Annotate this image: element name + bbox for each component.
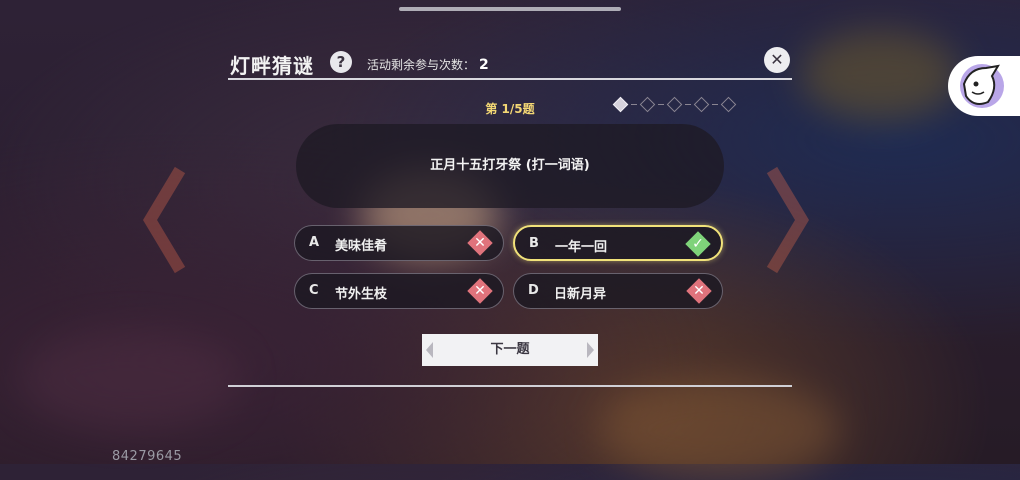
question-number: 第 1/5题 xyxy=(485,102,535,116)
divider xyxy=(228,385,792,387)
wrong-mark-icon: ✕ xyxy=(467,278,493,304)
option-text: 日新月异 xyxy=(554,287,607,302)
progress-step-icon xyxy=(720,96,737,113)
option-text: 节外生枝 xyxy=(335,287,388,302)
progress-divider xyxy=(658,104,664,105)
progress-step-icon xyxy=(666,96,683,113)
progress-step-icon xyxy=(612,96,629,113)
next-question-label: 下一题 xyxy=(490,342,530,357)
wrong-mark-icon: ✕ xyxy=(686,278,712,304)
option-a-button[interactable]: A 美味佳肴 ✕ xyxy=(294,225,504,261)
progress-indicator xyxy=(610,96,739,113)
option-b-button[interactable]: B 一年一回 ✓ xyxy=(513,225,723,261)
avatar-icon xyxy=(960,64,1004,108)
user-id: 84279645 xyxy=(112,449,183,464)
next-arrow-icon[interactable] xyxy=(762,160,812,280)
close-icon[interactable]: ✕ xyxy=(764,47,790,73)
option-text: 一年一回 xyxy=(555,240,608,255)
page-title: 灯畔猜谜 xyxy=(230,54,314,78)
drag-handle[interactable] xyxy=(399,7,621,11)
progress-divider xyxy=(685,104,691,105)
option-text: 美味佳肴 xyxy=(335,239,388,254)
background-blur xyxy=(20,330,240,430)
chevron-right-icon xyxy=(587,342,594,358)
progress-divider xyxy=(712,104,718,105)
assistant-avatar-icon[interactable] xyxy=(948,56,1020,116)
background-blur xyxy=(600,380,840,480)
option-letter: D xyxy=(528,283,539,298)
chevron-left-icon xyxy=(426,342,433,358)
progress-step-icon xyxy=(693,96,710,113)
option-letter: B xyxy=(529,236,539,251)
option-c-button[interactable]: C 节外生枝 ✕ xyxy=(294,273,504,309)
progress-step-icon xyxy=(639,96,656,113)
wrong-mark-icon: ✕ xyxy=(467,230,493,256)
attempts-label: 活动剩余参与次数： xyxy=(367,58,476,72)
progress-divider xyxy=(631,104,637,105)
question-text: 正月十五打牙祭 (打一词语) xyxy=(296,124,724,208)
help-icon[interactable]: ? xyxy=(330,51,352,73)
correct-mark-icon: ✓ xyxy=(685,231,711,257)
option-letter: A xyxy=(309,235,320,250)
prev-arrow-icon[interactable] xyxy=(140,160,190,280)
option-letter: C xyxy=(309,283,319,298)
next-question-button[interactable]: 下一题 xyxy=(422,334,598,366)
header: 灯畔猜谜 ? 活动剩余参与次数： 2 ✕ xyxy=(228,47,792,80)
background-blur xyxy=(800,30,960,120)
option-d-button[interactable]: D 日新月异 ✕ xyxy=(513,273,723,309)
attempts-value: 2 xyxy=(479,57,489,73)
attempts-remaining: 活动剩余参与次数： 2 xyxy=(367,56,489,73)
